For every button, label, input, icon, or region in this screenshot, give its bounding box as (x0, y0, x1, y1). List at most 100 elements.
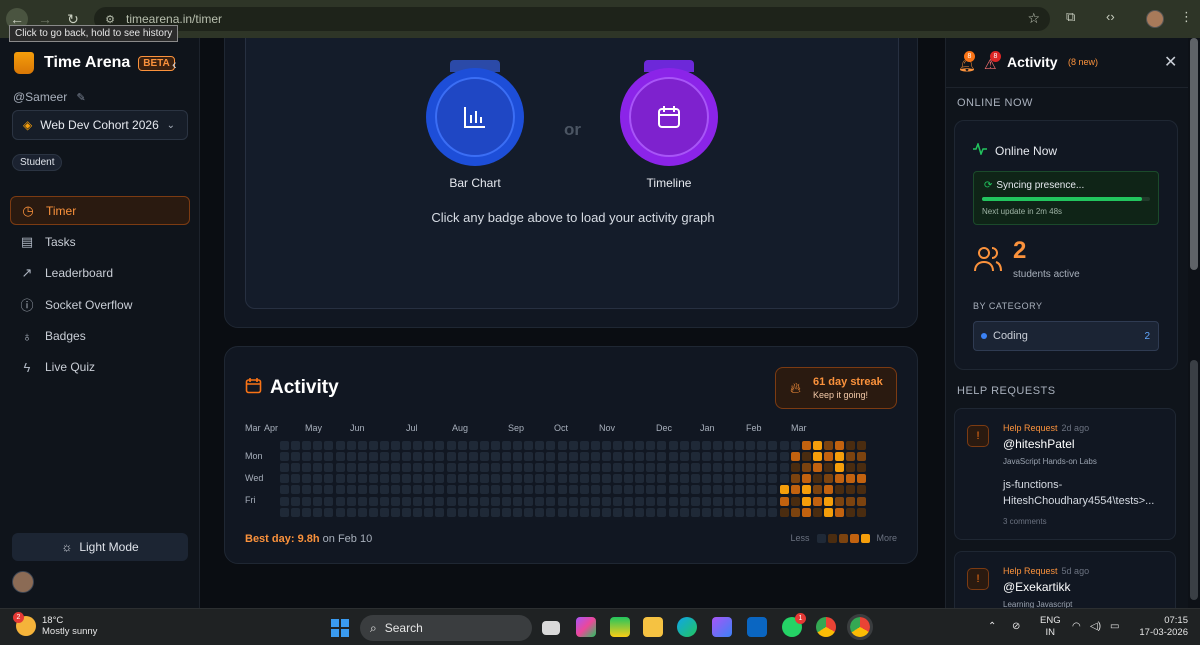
heatmap-cell[interactable] (679, 507, 689, 517)
heatmap-cell[interactable] (846, 474, 856, 484)
heatmap-cell[interactable] (402, 452, 412, 462)
heatmap-cell[interactable] (468, 441, 478, 450)
devtools-code-icon[interactable]: ‹› (1106, 9, 1115, 24)
heatmap-cell[interactable] (624, 507, 634, 517)
heatmap-cell[interactable] (357, 452, 367, 462)
heatmap-cell[interactable] (657, 507, 667, 517)
heatmap-cell[interactable] (379, 507, 389, 517)
heatmap-cell[interactable] (546, 496, 556, 506)
heatmap-cell[interactable] (679, 485, 689, 495)
heatmap-cell[interactable] (546, 452, 556, 462)
heatmap-cell[interactable] (690, 474, 700, 484)
heatmap-cell[interactable] (846, 507, 856, 517)
heatmap-cell[interactable] (280, 463, 289, 473)
timeline-badge[interactable]: Timeline (620, 60, 718, 190)
heatmap-cell[interactable] (435, 474, 445, 484)
heatmap-cell[interactable] (524, 463, 534, 473)
brand[interactable]: Time Arena BETA (14, 52, 175, 74)
bell-icon[interactable]: 🔔︎ 8 (958, 51, 976, 73)
heatmap-cell[interactable] (524, 474, 534, 484)
heatmap-cell[interactable] (402, 507, 412, 517)
heatmap-cell[interactable] (368, 496, 378, 506)
heatmap-cell[interactable] (601, 441, 611, 450)
heatmap-cell[interactable] (413, 496, 423, 506)
heatmap-cell[interactable] (724, 485, 733, 495)
heatmap-cell[interactable] (790, 474, 800, 484)
heatmap-cell[interactable] (846, 452, 856, 462)
heatmap-cell[interactable] (846, 441, 856, 450)
heatmap-cell[interactable] (579, 507, 589, 517)
heatmap-cell[interactable] (468, 496, 478, 506)
heatmap-cell[interactable] (402, 441, 412, 450)
heatmap-cell[interactable] (535, 496, 545, 506)
heatmap-cell[interactable] (646, 507, 656, 517)
heatmap-cell[interactable] (590, 507, 600, 517)
heatmap-cell[interactable] (579, 474, 589, 484)
heatmap-cell[interactable] (601, 496, 611, 506)
heatmap-cell[interactable] (535, 474, 545, 484)
heatmap-cell[interactable] (435, 507, 445, 517)
help-request-card[interactable]: ! Help Request 2d ago @hiteshPatel JavaSc… (954, 408, 1176, 540)
heatmap-cell[interactable] (857, 496, 867, 506)
heatmap-cell[interactable] (346, 452, 356, 462)
sidebar-item-badges[interactable]: ♁ Badges (10, 322, 190, 351)
heatmap-cell[interactable] (402, 485, 412, 495)
heatmap-cell[interactable] (413, 441, 423, 450)
system-clock[interactable]: 07:15 17-03-2026 (1136, 615, 1188, 639)
heatmap-cell[interactable] (324, 452, 334, 462)
heatmap-cell[interactable] (779, 463, 789, 473)
heatmap-cell[interactable] (624, 441, 634, 450)
heatmap-cell[interactable] (690, 441, 700, 450)
heatmap-cell[interactable] (502, 496, 511, 506)
heatmap-cell[interactable] (646, 496, 656, 506)
heatmap-cell[interactable] (446, 507, 456, 517)
heatmap-cell[interactable] (291, 496, 301, 506)
heatmap-cell[interactable] (857, 452, 867, 462)
heatmap-cell[interactable] (668, 507, 678, 517)
heatmap-cell[interactable] (823, 441, 833, 450)
heatmap-cell[interactable] (835, 441, 844, 450)
heatmap-cell[interactable] (413, 507, 423, 517)
heatmap-cell[interactable] (424, 496, 434, 506)
heatmap-cell[interactable] (535, 485, 545, 495)
heatmap-cell[interactable] (490, 441, 500, 450)
heatmap-cell[interactable] (846, 496, 856, 506)
heatmap-cell[interactable] (302, 474, 312, 484)
heatmap-cell[interactable] (413, 474, 423, 484)
windows-start-icon[interactable] (331, 619, 349, 637)
heatmap-cell[interactable] (435, 485, 445, 495)
language-indicator[interactable]: ENG IN (1040, 615, 1061, 639)
heatmap-cell[interactable] (823, 452, 833, 462)
heatmap-cell[interactable] (679, 441, 689, 450)
heatmap-cell[interactable] (568, 485, 578, 495)
heatmap-cell[interactable] (368, 485, 378, 495)
heatmap-cell[interactable] (291, 452, 301, 462)
heatmap-cell[interactable] (513, 452, 523, 462)
collapse-sidebar-icon[interactable]: ‹ (172, 56, 177, 72)
heatmap-cell[interactable] (391, 441, 400, 450)
heatmap-cell[interactable] (779, 485, 789, 495)
heatmap-cell[interactable] (790, 452, 800, 462)
heatmap-cell[interactable] (280, 507, 289, 517)
sidebar-item-tasks[interactable]: ▤ Tasks (10, 227, 190, 256)
heatmap-cell[interactable] (402, 463, 412, 473)
heatmap-cell[interactable] (546, 507, 556, 517)
heatmap-cell[interactable] (590, 474, 600, 484)
sidebar-item-timer[interactable]: ◷ Timer (10, 196, 190, 225)
weather-widget[interactable]: 2 18°C Mostly sunny (13, 612, 97, 637)
heatmap-cell[interactable] (835, 496, 844, 506)
heatmap-cell[interactable] (757, 485, 767, 495)
edit-icon[interactable]: ✎ (77, 92, 86, 104)
heatmap-cell[interactable] (324, 474, 334, 484)
heatmap-cell[interactable] (768, 507, 778, 517)
heatmap-cell[interactable] (335, 441, 345, 450)
heatmap-cell[interactable] (624, 485, 634, 495)
heatmap-cell[interactable] (391, 474, 400, 484)
heatmap-cell[interactable] (479, 507, 489, 517)
heatmap-cell[interactable] (446, 463, 456, 473)
heatmap-cell[interactable] (502, 441, 511, 450)
heatmap-cell[interactable] (479, 463, 489, 473)
panel-scrollbar-thumb[interactable] (1190, 360, 1198, 600)
heatmap-cell[interactable] (291, 485, 301, 495)
heatmap-cell[interactable] (812, 452, 822, 462)
